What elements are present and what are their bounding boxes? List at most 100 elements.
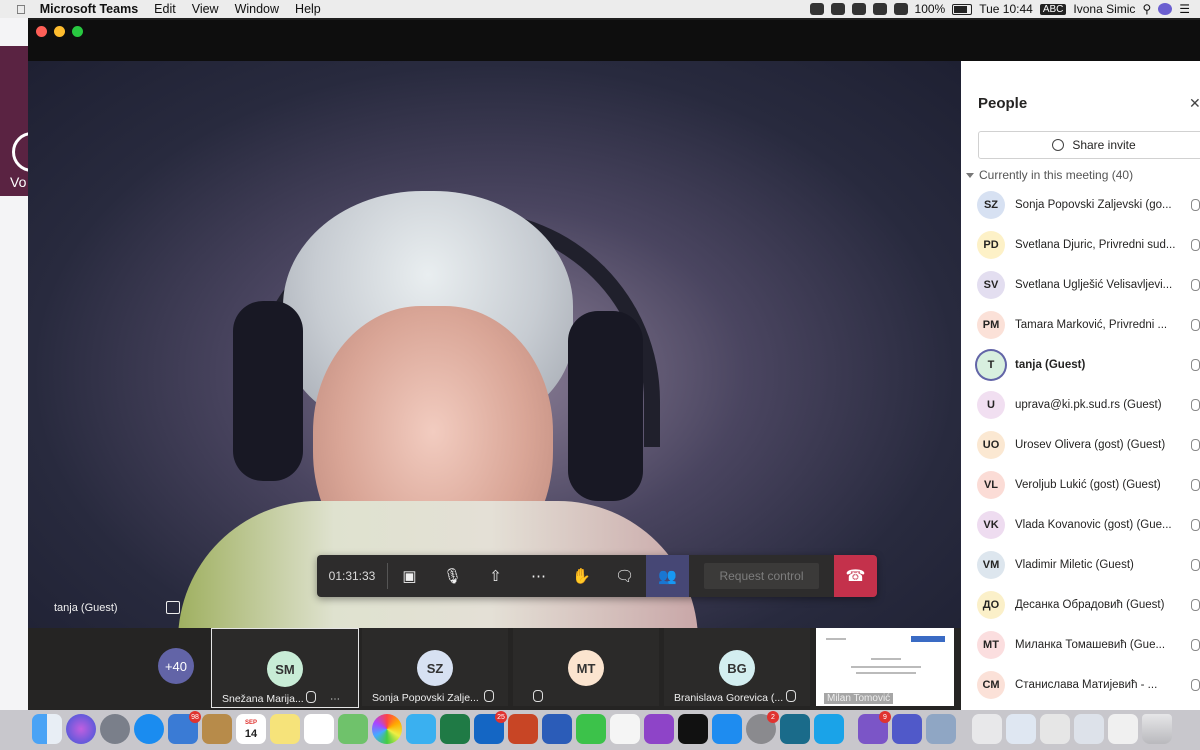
finder-icon[interactable] bbox=[32, 714, 62, 744]
request-control-button[interactable]: Request control bbox=[704, 563, 819, 589]
participant-row[interactable]: Uuprava@ki.pk.sud.rs (Guest) bbox=[961, 385, 1200, 425]
excel-icon[interactable] bbox=[440, 714, 470, 744]
participant-row[interactable]: ДО Десанка Обрадовић (Guest) bbox=[961, 585, 1200, 625]
preview-icon[interactable] bbox=[926, 714, 956, 744]
participant-name: Svetlana Uglješić Velisavljevi... bbox=[1015, 279, 1173, 291]
user-name[interactable]: Ivona Simic bbox=[1073, 2, 1135, 16]
notes-icon[interactable] bbox=[270, 714, 300, 744]
participant-row[interactable]: UO Urosev Olivera (gost) (Guest) bbox=[961, 425, 1200, 465]
close-icon[interactable]: ✕ bbox=[1189, 95, 1200, 112]
calendar-icon[interactable]: SEP 14 bbox=[236, 714, 266, 744]
siri-icon[interactable] bbox=[1158, 3, 1173, 15]
messages-icon[interactable] bbox=[406, 714, 436, 744]
menu-view[interactable]: View bbox=[184, 2, 227, 16]
participant-tile[interactable]: SM Snežana Marija... ⋯ bbox=[211, 628, 359, 708]
participant-tile[interactable]: MT bbox=[513, 628, 659, 706]
skype-icon[interactable] bbox=[814, 714, 844, 744]
launchpad-icon[interactable] bbox=[100, 714, 130, 744]
maximize-window-button[interactable] bbox=[72, 26, 83, 37]
participant-tile[interactable]: SZ Sonja Popovski Zalje... bbox=[362, 628, 508, 706]
recent-document-icon[interactable] bbox=[972, 714, 1002, 744]
mail-icon[interactable]: 98 bbox=[168, 711, 201, 744]
contacts-icon[interactable] bbox=[202, 714, 232, 744]
apple-tv-icon[interactable] bbox=[678, 714, 708, 744]
pin-participant-icon[interactable] bbox=[165, 601, 180, 614]
meeting-timer: 01:31:33 bbox=[328, 569, 376, 583]
people-icon[interactable]: 👥 bbox=[646, 555, 689, 597]
menu-help[interactable]: Help bbox=[287, 2, 329, 16]
mic-off-icon[interactable]: 🎙 bbox=[431, 555, 474, 597]
webex-icon[interactable] bbox=[780, 714, 810, 744]
teams-window: tanja (Guest) 01:31:33 ▣ 🎙 ⇧ ⋯ ✋ 🗨 👥 Req… bbox=[28, 20, 1200, 710]
teams-icon[interactable] bbox=[892, 714, 922, 744]
section-header[interactable]: Currently in this meeting (40) bbox=[966, 168, 1133, 182]
camera-off-icon[interactable]: ▣ bbox=[388, 555, 431, 597]
participant-name: Станислава Матијевић - ... bbox=[1015, 679, 1158, 691]
viber-icon[interactable]: 9 bbox=[858, 711, 891, 744]
share-screen-icon[interactable]: ⇧ bbox=[474, 555, 517, 597]
background-window[interactable]: Vo bbox=[0, 18, 52, 710]
battery-icon[interactable] bbox=[952, 3, 973, 15]
share-invite-button[interactable]: Share invite bbox=[978, 131, 1200, 159]
safari-icon[interactable] bbox=[134, 714, 164, 744]
powerpoint-icon[interactable] bbox=[508, 714, 538, 744]
system-preferences-icon[interactable]: 2 bbox=[746, 711, 779, 744]
participant-row[interactable]: СМ Станислава Матијевић - ... bbox=[961, 665, 1200, 705]
shared-content-tile[interactable]: Milan Tomović bbox=[816, 628, 954, 706]
spotlight-icon[interactable]: ⚲ bbox=[1142, 2, 1151, 16]
mic-muted-icon bbox=[1191, 559, 1200, 571]
menu-window[interactable]: Window bbox=[227, 2, 287, 16]
participant-row[interactable]: SZ Sonja Popovski Zaljevski (go... bbox=[961, 185, 1200, 225]
participant-row[interactable]: VL Veroljub Lukić (gost) (Guest) bbox=[961, 465, 1200, 505]
participant-row[interactable]: SV Svetlana Uglješić Velisavljevi... bbox=[961, 265, 1200, 305]
recent-window-icon[interactable] bbox=[1074, 714, 1104, 744]
mic-muted-icon bbox=[1191, 439, 1200, 451]
maps-icon[interactable] bbox=[338, 714, 368, 744]
avatar: МТ bbox=[977, 631, 1005, 659]
photos-icon[interactable] bbox=[372, 714, 402, 744]
app-store-icon[interactable] bbox=[712, 714, 742, 744]
raise-hand-icon[interactable]: ✋ bbox=[560, 555, 603, 597]
facetime-icon[interactable] bbox=[576, 714, 606, 744]
chat-icon[interactable]: 🗨 bbox=[603, 555, 646, 597]
hang-up-icon[interactable]: ☎ bbox=[834, 555, 877, 597]
menu-edit[interactable]: Edit bbox=[146, 2, 184, 16]
wifi-icon[interactable] bbox=[893, 3, 908, 15]
main-video[interactable]: tanja (Guest) bbox=[28, 61, 961, 628]
menu-app-name[interactable]: Microsoft Teams bbox=[32, 2, 146, 16]
tile-more-icon[interactable]: ⋯ bbox=[330, 694, 340, 705]
apple-icon[interactable]:  bbox=[0, 2, 32, 17]
recent-window-icon[interactable] bbox=[1006, 714, 1036, 744]
bluetooth-icon[interactable] bbox=[872, 3, 887, 15]
participant-row[interactable]: Ttanja (Guest) bbox=[961, 345, 1200, 385]
participant-row[interactable]: PD Svetlana Djuric, Privredni sud... bbox=[961, 225, 1200, 265]
input-source[interactable]: ABC bbox=[1039, 3, 1067, 15]
recent-window-icon[interactable] bbox=[1040, 714, 1070, 744]
participant-row[interactable]: VK Vlada Kovanovic (gost) (Gue... bbox=[961, 505, 1200, 545]
participant-name: Tamara Marković, Privredni ... bbox=[1015, 319, 1168, 331]
outlook-icon[interactable]: 25 bbox=[474, 711, 507, 744]
avatar: BG bbox=[719, 650, 755, 686]
creative-cloud-icon[interactable] bbox=[830, 3, 845, 15]
notification-center-icon[interactable]: ☰ bbox=[1179, 2, 1190, 16]
mac-dock: 98 SEP 14 25 2 9 bbox=[0, 710, 1200, 750]
app-status-icon[interactable] bbox=[851, 3, 866, 15]
word-icon[interactable] bbox=[542, 714, 572, 744]
participant-tile[interactable]: BG Branislava Gorevica (... bbox=[664, 628, 810, 706]
podcasts-icon[interactable] bbox=[644, 714, 674, 744]
close-window-button[interactable] bbox=[36, 26, 47, 37]
more-icon[interactable]: ⋯ bbox=[517, 555, 560, 597]
participant-row[interactable]: PM Tamara Marković, Privredni ... bbox=[961, 305, 1200, 345]
downloads-stack-icon[interactable] bbox=[1108, 714, 1138, 744]
cloud-icon[interactable] bbox=[809, 3, 824, 15]
trash-icon[interactable] bbox=[1142, 714, 1172, 744]
music-icon[interactable] bbox=[610, 714, 640, 744]
minimize-window-button[interactable] bbox=[54, 26, 65, 37]
clock[interactable]: Tue 10:44 bbox=[979, 2, 1033, 16]
participant-row[interactable]: VM Vladimir Miletic (Guest) bbox=[961, 545, 1200, 585]
reminders-icon[interactable] bbox=[304, 714, 334, 744]
more-participants-button[interactable]: +40 bbox=[158, 648, 194, 684]
mic-muted-icon bbox=[306, 691, 316, 703]
participant-row[interactable]: МТ Миланка Томашевић (Gue... bbox=[961, 625, 1200, 665]
siri-dock-icon[interactable] bbox=[66, 714, 96, 744]
